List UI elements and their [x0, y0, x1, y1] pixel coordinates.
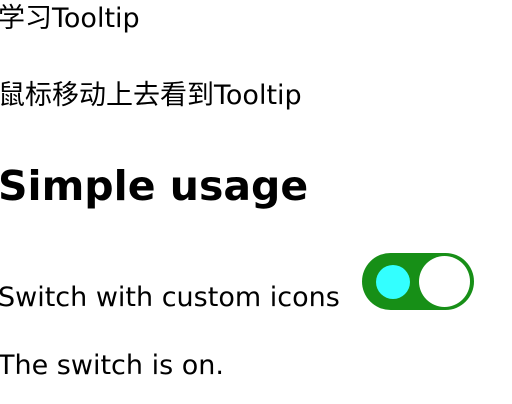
switch-thumb	[419, 256, 470, 307]
circle-dot-icon	[376, 265, 410, 299]
tooltip-hint-text: 鼠标移动上去看到Tooltip	[0, 80, 302, 111]
intro-text: 学习Tooltip	[0, 3, 140, 34]
switch-status-text: The switch is on.	[0, 350, 224, 381]
switch-label: Switch with custom icons	[0, 282, 340, 313]
custom-icon-switch[interactable]	[362, 253, 474, 310]
section-title: Simple usage	[0, 162, 309, 210]
